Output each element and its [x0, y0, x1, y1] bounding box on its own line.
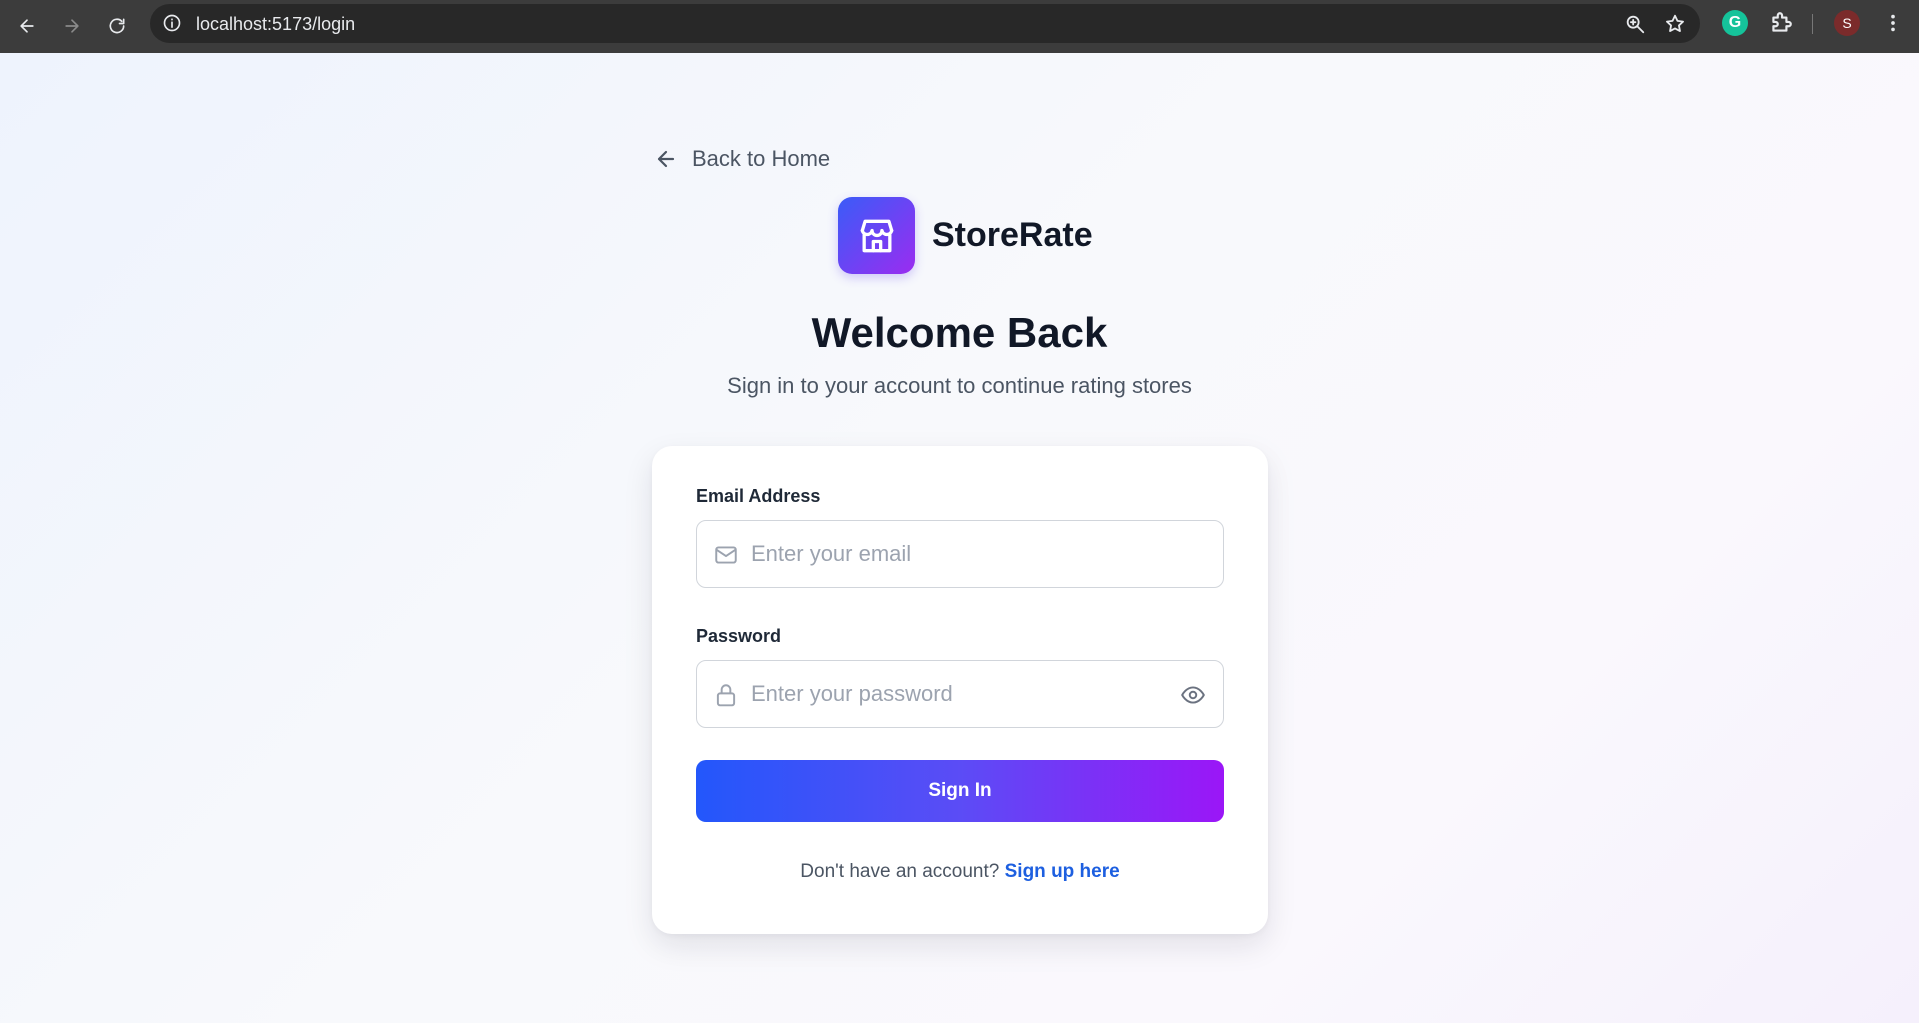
zoom-icon[interactable] — [1624, 13, 1646, 35]
login-page: Back to Home StoreRate Welcome Back Sign… — [0, 53, 1919, 1023]
profile-avatar[interactable]: S — [1834, 10, 1860, 36]
lock-icon — [716, 684, 736, 707]
brand-logo — [838, 197, 915, 274]
menu-icon[interactable] — [1880, 10, 1906, 36]
avatar-letter: S — [1842, 15, 1852, 31]
star-icon[interactable] — [1664, 13, 1686, 35]
sign-up-link[interactable]: Sign up here — [1005, 861, 1120, 882]
email-label: Email Address — [696, 486, 821, 506]
grammarly-icon[interactable]: G — [1722, 10, 1748, 36]
url-text[interactable]: localhost:5173/login — [196, 14, 355, 35]
password-input[interactable] — [751, 661, 1171, 726]
grammarly-letter: G — [1728, 14, 1742, 31]
signup-prompt: Don't have an account? — [800, 861, 1000, 882]
toolbar-divider — [1812, 14, 1813, 34]
sign-in-button[interactable]: Sign In — [696, 760, 1224, 822]
password-field[interactable] — [696, 660, 1224, 728]
browser-toolbar: localhost:5173/login G S — [0, 0, 1919, 53]
address-bar[interactable]: localhost:5173/login — [150, 4, 1700, 43]
signup-prompt-row: Don't have an account? Sign up here — [652, 861, 1268, 883]
email-input[interactable] — [751, 521, 1171, 586]
forward-arrow-icon[interactable] — [57, 11, 87, 41]
password-label: Password — [696, 626, 782, 646]
arrow-left-icon — [657, 150, 675, 168]
brand: StoreRate — [838, 197, 1093, 274]
mail-icon — [715, 546, 737, 564]
back-to-home-label: Back to Home — [692, 146, 831, 171]
back-arrow-icon[interactable] — [12, 11, 42, 41]
store-icon — [860, 219, 893, 252]
brand-name: StoreRate — [932, 216, 1093, 254]
page-title: Welcome Back — [811, 309, 1108, 356]
page-subtitle: Sign in to your account to continue rati… — [727, 373, 1192, 398]
info-icon[interactable] — [162, 13, 182, 33]
eye-icon[interactable] — [1179, 682, 1207, 708]
login-card: Email Address Password Sign In Don't hav… — [652, 446, 1268, 934]
back-to-home-link[interactable]: Back to Home — [654, 146, 830, 172]
email-field[interactable] — [696, 520, 1224, 588]
reload-icon[interactable] — [102, 11, 132, 41]
extensions-icon[interactable] — [1768, 10, 1794, 36]
